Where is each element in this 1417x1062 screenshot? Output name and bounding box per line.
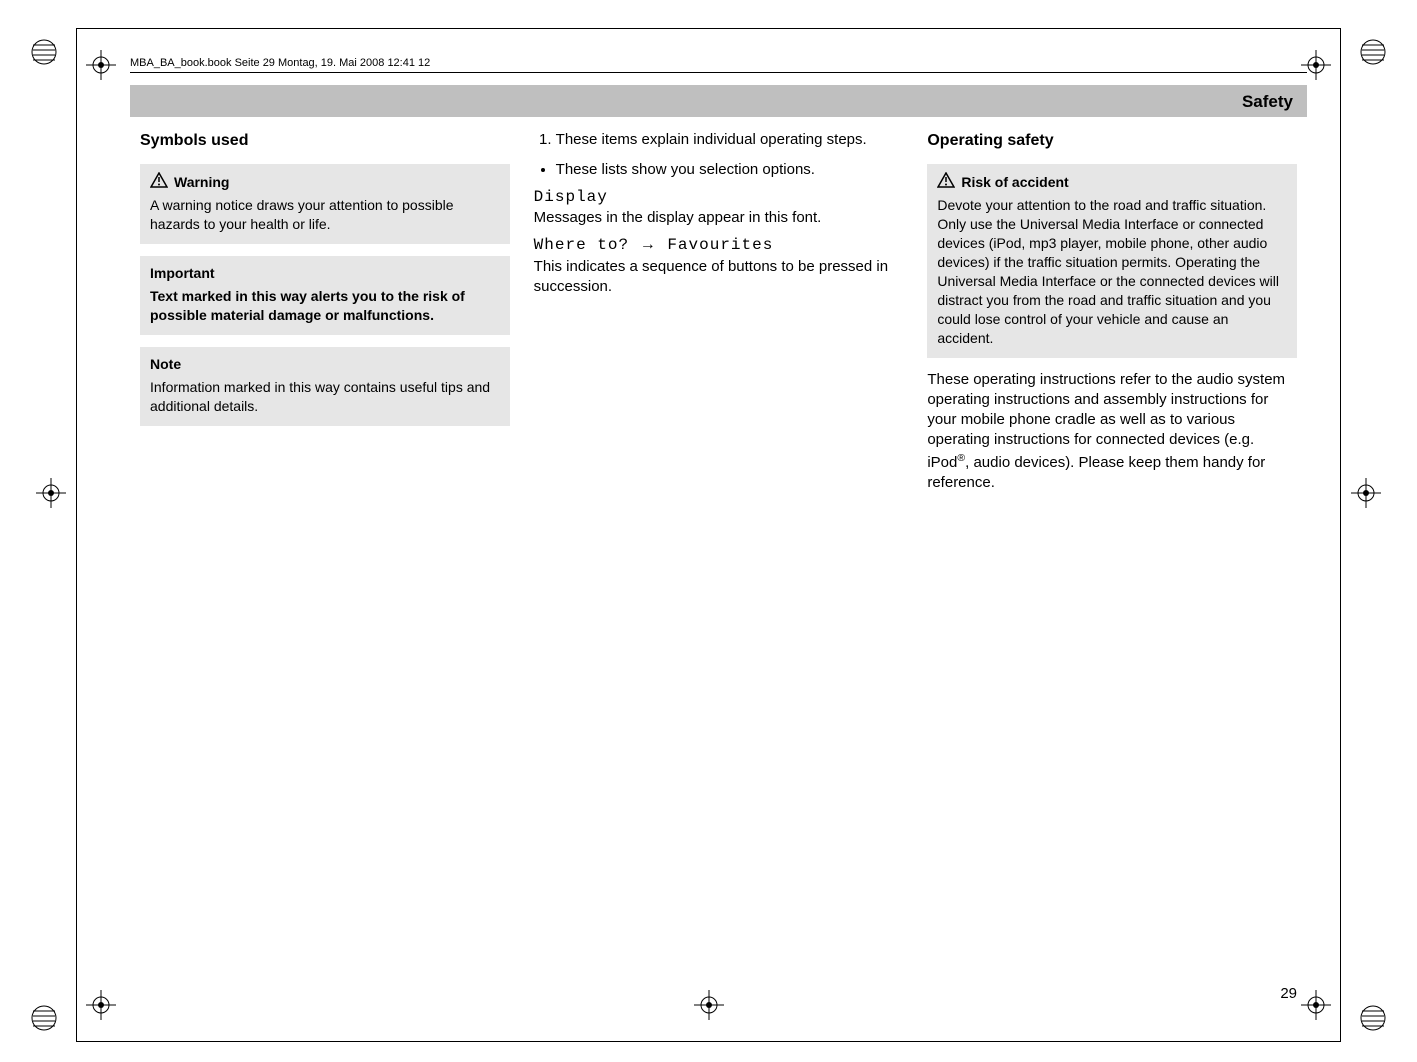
arrow-icon: → [640,236,657,253]
symbols-used-heading: Symbols used [140,130,510,152]
crop-line-left [76,28,77,1042]
risk-box-body: Devote your attention to the road and tr… [937,196,1287,347]
registration-mark-icon [30,1004,58,1032]
col3-body-para: These operating instructions refer to th… [927,370,1297,494]
warning-box-body: A warning notice draws your attention to… [150,196,500,234]
note-box-body: Information marked in this way contains … [150,378,500,416]
display-sample: Display [534,187,904,209]
crosshair-icon [86,990,116,1020]
page-number: 29 [1280,984,1297,1004]
note-box: Note Information marked in this way cont… [140,347,510,426]
content-columns: Symbols used Warning A warning notice dr… [140,130,1297,499]
crop-line-right [1340,28,1341,1042]
crosshair-icon [1351,478,1381,508]
operating-safety-heading: Operating safety [927,130,1297,152]
crop-line-bottom [76,1041,1341,1042]
title-bar: Safety [130,85,1307,117]
warning-box: Warning A warning notice draws your atte… [140,164,510,245]
registration-mark-icon [1359,1004,1387,1032]
risk-box-title: Risk of accident [961,173,1068,192]
bullet-list: These lists show you selection options. [534,160,904,180]
page-title: Safety [1242,91,1293,114]
column-1: Symbols used Warning A warning notice dr… [140,130,510,499]
crosshair-icon [36,478,66,508]
important-box: Important Text marked in this way alerts… [140,256,510,335]
registration-mark-icon [1359,38,1387,66]
important-box-body: Text marked in this way alerts you to th… [150,287,500,325]
page-root: MBA_BA_book.book Seite 29 Montag, 19. Ma… [0,0,1417,1062]
sequence-left: Where to? [534,236,629,254]
numbered-steps: These items explain individual operating… [534,130,904,150]
crosshair-icon [86,50,116,80]
step-item: These items explain individual operating… [556,130,904,150]
sequence-right: Favourites [667,236,773,254]
crosshair-icon [1301,990,1331,1020]
warning-icon [150,172,168,193]
col3-para-post: , audio devices). Please keep them handy… [927,454,1265,491]
warning-box-title: Warning [174,173,229,192]
crosshair-icon [694,990,724,1020]
display-caption: Messages in the display appear in this f… [534,208,904,228]
warning-icon [937,172,955,193]
sequence-sample: Where to? → Favourites [534,234,904,257]
registration-mark-icon [30,38,58,66]
column-2: These items explain individual operating… [534,130,904,499]
registered-trademark-icon: ® [957,452,965,464]
important-box-title: Important [150,264,215,283]
running-head: MBA_BA_book.book Seite 29 Montag, 19. Ma… [130,56,430,71]
note-box-title: Note [150,355,181,374]
risk-box: Risk of accident Devote your attention t… [927,164,1297,358]
crop-line-top [76,28,1341,29]
header-rule [130,72,1307,73]
sequence-caption: This indicates a sequence of buttons to … [534,257,904,298]
crosshair-icon [1301,50,1331,80]
column-3: Operating safety Risk of accident Devote… [927,130,1297,499]
bullet-item: These lists show you selection options. [556,160,904,180]
